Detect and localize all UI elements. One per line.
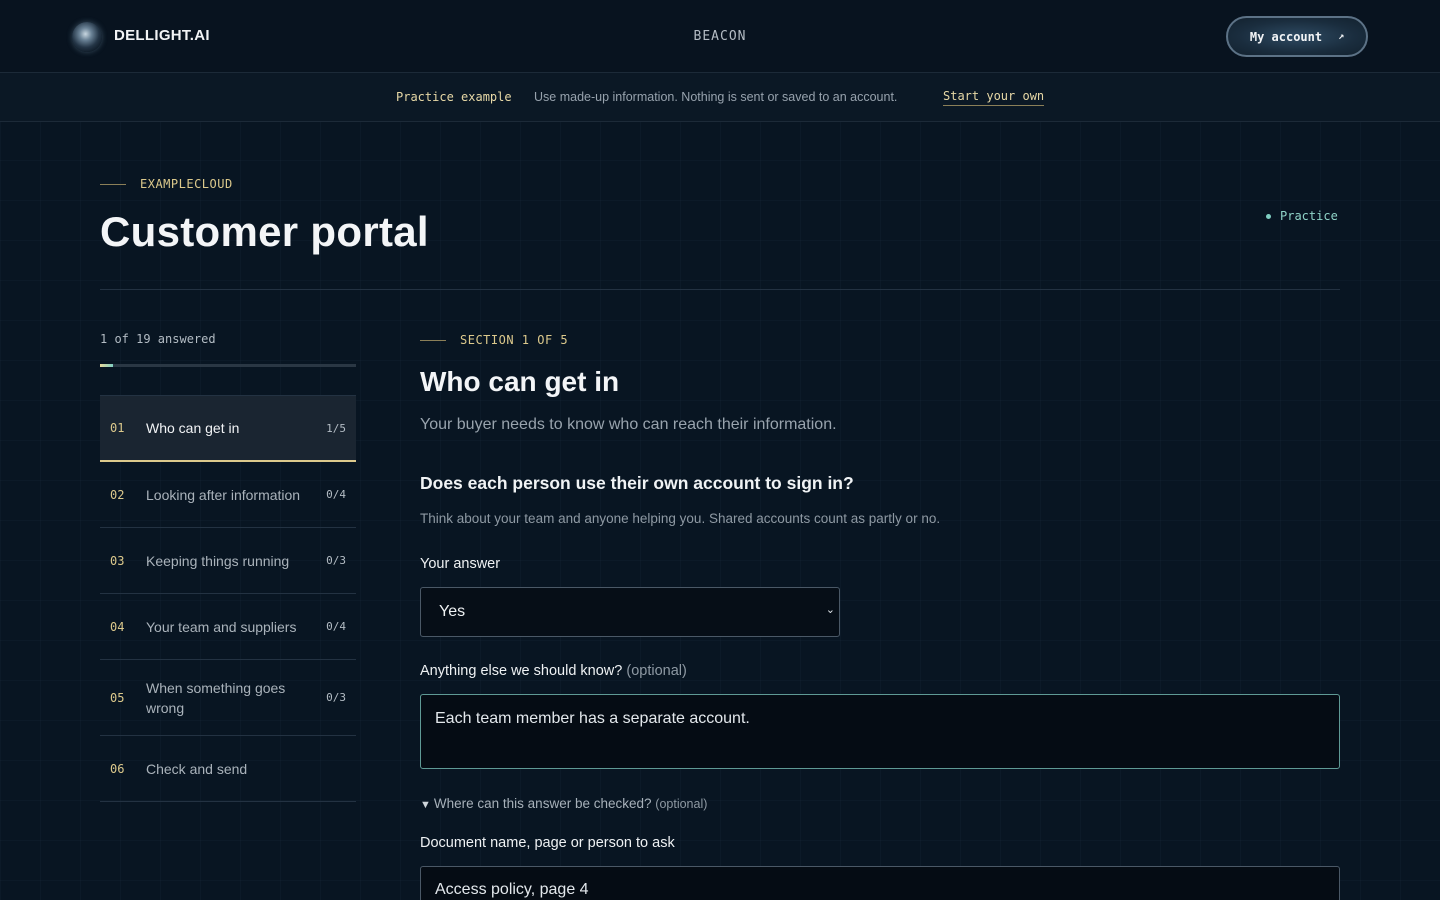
section-eyebrow: SECTION 1 OF 5 bbox=[460, 333, 569, 347]
sidebar-item-number: 02 bbox=[110, 487, 125, 502]
sidebar-item-label: Your team and suppliers bbox=[146, 618, 297, 635]
section-description: Your buyer needs to know who can reach t… bbox=[420, 416, 837, 433]
my-account-label: My account bbox=[1249, 29, 1323, 44]
top-nav: DELLIGHT.AI BEACON My account ↗ bbox=[0, 0, 1440, 73]
sidebar-item-when-something-goes-wrong[interactable]: 05 When something goes wrong 0/3 bbox=[100, 660, 356, 736]
disclosure-triangle-icon: ▼ bbox=[420, 799, 431, 811]
notes-label: Anything else we should know? (optional) bbox=[420, 663, 687, 679]
sidebar-item-number: 05 bbox=[110, 690, 125, 705]
status-dot-icon bbox=[1266, 213, 1271, 219]
practice-banner: Practice example Use made-up information… bbox=[0, 73, 1440, 122]
status-badge: Practice bbox=[1266, 209, 1338, 223]
sidebar-item-label: Keeping things running bbox=[146, 552, 290, 569]
external-arrow-icon: ↗ bbox=[1338, 31, 1345, 42]
sidebar-item-team-and-suppliers[interactable]: 04 Your team and suppliers 0/4 bbox=[100, 594, 356, 660]
question-hint: Think about your team and anyone helping… bbox=[420, 511, 941, 526]
header-divider bbox=[100, 289, 1340, 290]
sidebar-item-count: 0/3 bbox=[326, 554, 346, 567]
evidence-disclosure[interactable]: ▼ Where can this answer be checked? (opti… bbox=[420, 796, 707, 811]
page-title: Customer portal bbox=[100, 208, 429, 255]
sidebar-item-label: Check and send bbox=[146, 760, 248, 777]
company-eyebrow: EXAMPLECLOUD bbox=[140, 177, 233, 191]
sidebar-item-number: 03 bbox=[110, 553, 125, 568]
sidebar-item-number: 01 bbox=[110, 421, 125, 435]
sidebar-item-label: When something goes wrong bbox=[146, 679, 286, 716]
evidence-optional-tag: (optional) bbox=[655, 797, 708, 811]
sidebar-item-number: 04 bbox=[110, 619, 125, 634]
sidebar-item-number: 06 bbox=[110, 761, 125, 776]
question-text: Does each person use their own account t… bbox=[420, 473, 854, 493]
notes-optional-tag: (optional) bbox=[626, 663, 687, 679]
progress-text: 1 of 19 answered bbox=[100, 332, 216, 346]
practice-text: Use made-up information. Nothing is sent… bbox=[534, 90, 898, 104]
sidebar-item-count: 0/3 bbox=[326, 691, 346, 704]
progress-fill bbox=[100, 364, 114, 367]
sidebar-item-count: 0/4 bbox=[326, 620, 346, 633]
progress-bar bbox=[100, 364, 356, 367]
sidebar-item-keeping-things-running[interactable]: 03 Keeping things running 0/3 bbox=[100, 528, 356, 594]
section-title: Who can get in bbox=[420, 366, 620, 397]
my-account-button[interactable]: My account ↗ bbox=[1226, 16, 1368, 57]
evidence-label: Document name, page or person to ask bbox=[420, 835, 675, 851]
eyebrow-rule bbox=[100, 184, 126, 185]
practice-label: Practice example bbox=[396, 90, 512, 104]
sidebar-item-check-and-send[interactable]: 06 Check and send bbox=[100, 736, 356, 802]
chevron-down-icon: ⌄ bbox=[825, 604, 835, 616]
answer-label: Your answer bbox=[420, 556, 501, 572]
sidebar-item-who-can-get-in[interactable]: 01 Who can get in 1/5 bbox=[100, 396, 356, 462]
nav-link-beacon[interactable]: BEACON bbox=[0, 29, 1440, 44]
start-your-own-link[interactable]: Start your own bbox=[943, 89, 1045, 106]
notes-textarea[interactable]: Each team member has a separate account. bbox=[420, 694, 1340, 769]
sidebar-item-looking-after-information[interactable]: 02 Looking after information 0/4 bbox=[100, 462, 356, 528]
evidence-input[interactable]: Access policy, page 4 bbox=[420, 866, 1340, 900]
sidebar-item-count: 1/5 bbox=[326, 421, 346, 435]
sidebar-item-label: Who can get in bbox=[146, 420, 240, 436]
answer-select[interactable]: Yes ⌄ bbox=[420, 587, 840, 637]
sidebar-item-label: Looking after information bbox=[146, 486, 301, 503]
evidence-disclosure-label: Where can this answer be checked? bbox=[433, 796, 652, 811]
sidebar-item-count: 0/4 bbox=[326, 488, 346, 501]
status-label: Practice bbox=[1280, 209, 1338, 223]
section-eyebrow-rule bbox=[420, 340, 446, 341]
section-nav: 01 Who can get in 1/5 02 Looking after i… bbox=[100, 395, 356, 802]
notes-label-text: Anything else we should know? bbox=[420, 663, 623, 679]
answer-select-value: Yes bbox=[439, 603, 466, 620]
